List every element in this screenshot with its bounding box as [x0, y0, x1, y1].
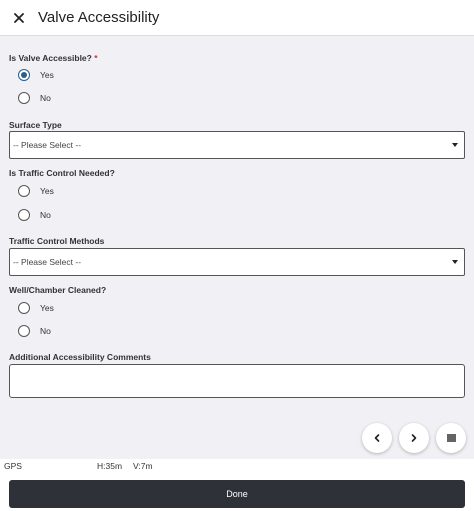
- valve-accessible-yes-option[interactable]: Yes: [18, 67, 54, 83]
- close-button[interactable]: [4, 3, 34, 33]
- option-label: No: [40, 326, 51, 336]
- close-icon: [14, 12, 24, 23]
- radio-button[interactable]: [18, 209, 30, 221]
- required-mark: *: [94, 53, 98, 63]
- surface-type-select[interactable]: -- Please Select --: [9, 131, 465, 159]
- page-title: Valve Accessibility: [38, 9, 160, 26]
- previous-button[interactable]: [362, 423, 392, 453]
- menu-button[interactable]: [436, 423, 466, 453]
- valve-accessible-no-option[interactable]: No: [18, 90, 51, 106]
- traffic-control-needed-label: Is Traffic Control Needed?: [9, 168, 115, 178]
- radio-button-checked[interactable]: [18, 69, 30, 81]
- well-chamber-no-option[interactable]: No: [18, 323, 51, 339]
- traffic-control-no-option[interactable]: No: [18, 207, 51, 223]
- next-button[interactable]: [399, 423, 429, 453]
- gps-label: GPS: [4, 461, 22, 471]
- chevron-right-icon: [411, 434, 417, 442]
- valve-accessible-label: Is Valve Accessible? *: [9, 53, 98, 63]
- well-chamber-cleaned-label: Well/Chamber Cleaned?: [9, 285, 107, 295]
- comments-label: Additional Accessibility Comments: [9, 352, 151, 362]
- well-chamber-yes-option[interactable]: Yes: [18, 300, 54, 316]
- caret-down-icon: [452, 260, 458, 264]
- done-button[interactable]: Done: [9, 480, 465, 508]
- radio-button[interactable]: [18, 325, 30, 337]
- option-label: No: [40, 93, 51, 103]
- gps-status-bar: GPS H:35m V:7m: [0, 459, 474, 473]
- option-label: Yes: [40, 186, 54, 196]
- radio-button[interactable]: [18, 302, 30, 314]
- header-bar: Valve Accessibility: [0, 0, 474, 36]
- select-value: -- Please Select --: [13, 140, 82, 150]
- select-value: -- Please Select --: [13, 257, 82, 267]
- surface-type-label: Surface Type: [9, 120, 62, 130]
- gps-horizontal-accuracy: H:35m: [97, 461, 123, 471]
- option-label: Yes: [40, 303, 54, 313]
- caret-down-icon: [452, 143, 458, 147]
- list-icon: [446, 434, 456, 442]
- traffic-control-methods-label: Traffic Control Methods: [9, 236, 105, 246]
- footer: Done: [0, 473, 474, 511]
- radio-button[interactable]: [18, 92, 30, 104]
- traffic-control-methods-select[interactable]: -- Please Select --: [9, 248, 465, 276]
- gps-vertical-accuracy: V:7m: [133, 461, 153, 471]
- valve-accessible-label-text: Is Valve Accessible?: [9, 53, 92, 63]
- option-label: Yes: [40, 70, 54, 80]
- traffic-control-yes-option[interactable]: Yes: [18, 183, 54, 199]
- option-label: No: [40, 210, 51, 220]
- comments-textarea[interactable]: [9, 364, 465, 398]
- radio-button[interactable]: [18, 185, 30, 197]
- chevron-left-icon: [374, 434, 380, 442]
